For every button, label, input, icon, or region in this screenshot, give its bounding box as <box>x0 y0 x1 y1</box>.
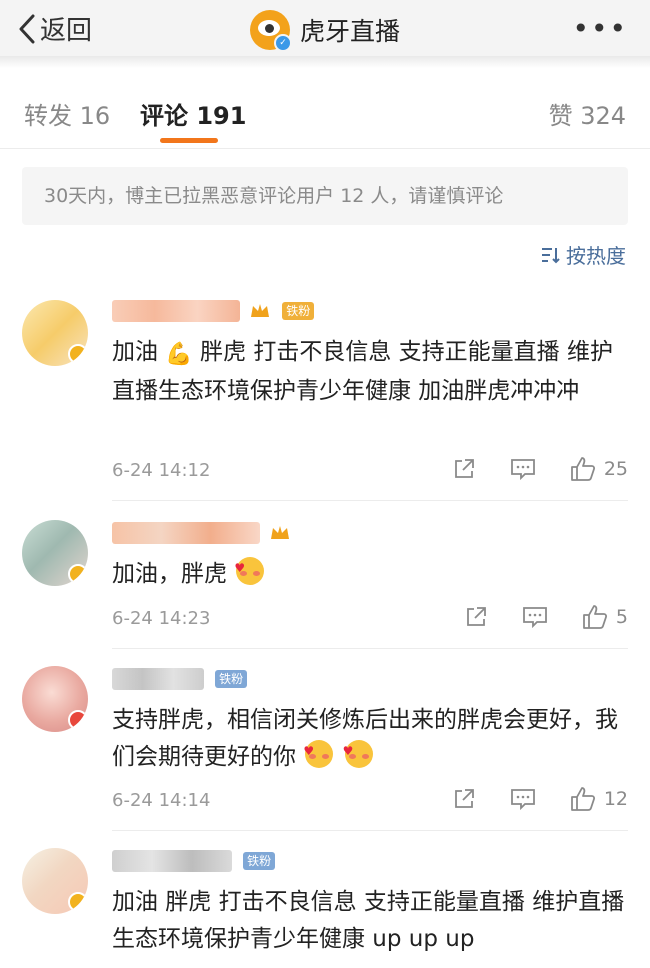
share-icon <box>454 459 474 478</box>
comment-text: 加油，胖虎 ♥ <box>112 556 632 593</box>
blush-emoji-icon: ♥ <box>234 557 265 585</box>
tab-likes[interactable]: 赞 324 <box>549 96 626 131</box>
crown-icon <box>269 523 291 543</box>
divider <box>112 648 628 649</box>
thumbs-up-icon <box>583 605 607 629</box>
reply-button[interactable] <box>522 605 548 629</box>
comment-icon <box>523 607 547 629</box>
vip-badge-icon <box>68 344 88 364</box>
account-name: 虎牙直播 <box>299 17 400 46</box>
fan-tag: 铁粉 <box>282 302 315 320</box>
username-blurred <box>112 850 232 872</box>
sort-icon <box>542 247 560 263</box>
blush-emoji-icon: ♥ <box>343 740 373 768</box>
thumbs-up-icon <box>570 787 595 811</box>
tab-repost[interactable]: 转发 16 <box>24 96 110 131</box>
top-bar: 返回 ✓ 虎牙直播 ••• <box>0 0 650 56</box>
comment-time: 6-24 14:14 <box>112 790 211 811</box>
tab-bar: 转发 16 评论 191 赞 324 <box>0 90 650 143</box>
share-button[interactable] <box>452 787 476 811</box>
comment-actions: 25 <box>418 456 628 482</box>
divider <box>0 148 650 149</box>
fan-tag: 铁粉 <box>215 670 248 688</box>
vip-badge-icon <box>68 892 88 912</box>
share-button[interactable] <box>464 605 488 629</box>
reply-button[interactable] <box>510 457 536 481</box>
comment-text: 支持胖虎，相信闭关修炼后出来的胖虎会更好，我们会期待更好的你 ♥ ♥ <box>112 707 618 770</box>
comment-icon <box>510 459 535 481</box>
comment-actions: 5 <box>430 604 628 630</box>
username-blurred <box>112 522 260 544</box>
active-tab-indicator <box>160 138 218 143</box>
avatar[interactable] <box>22 520 88 586</box>
header-shadow <box>0 56 650 68</box>
comment-actions: 12 <box>418 786 628 812</box>
muscle-emoji-icon: 💪 <box>165 342 193 367</box>
reply-button[interactable] <box>510 787 536 811</box>
username-blurred <box>112 300 240 322</box>
sort-label: 按热度 <box>566 244 626 268</box>
avatar[interactable] <box>22 666 88 732</box>
like-count: 25 <box>603 458 628 480</box>
like-count: 5 <box>615 606 628 628</box>
like-count: 12 <box>603 788 628 810</box>
verified-icon: ✓ <box>273 34 292 52</box>
username[interactable]: 铁粉 <box>112 850 276 874</box>
username[interactable] <box>112 522 291 546</box>
comment-icon <box>510 789 535 811</box>
share-button[interactable] <box>452 457 476 481</box>
avatar[interactable] <box>22 848 88 914</box>
comment-time: 6-24 14:12 <box>112 460 211 481</box>
share-icon <box>467 607 486 626</box>
share-icon <box>454 789 474 808</box>
like-button[interactable]: 12 <box>570 786 628 812</box>
vip-badge-icon <box>68 710 88 730</box>
tab-comments[interactable]: 评论 191 <box>140 96 246 131</box>
divider <box>112 500 628 501</box>
more-options-icon[interactable]: ••• <box>572 12 628 45</box>
blush-emoji-icon: ♥ <box>303 740 334 768</box>
username[interactable]: 铁粉 <box>112 300 315 324</box>
username-blurred <box>112 668 204 690</box>
vip-badge-icon <box>68 564 88 584</box>
blocked-users-notice: 30天内，博主已拉黑恶意评论用户 12 人，请谨慎评论 <box>22 167 628 225</box>
username[interactable]: 铁粉 <box>112 668 248 692</box>
thumbs-up-icon <box>570 457 595 481</box>
sort-button[interactable]: 按热度 <box>540 240 626 269</box>
avatar[interactable] <box>22 300 88 366</box>
crown-icon <box>249 301 271 321</box>
huya-logo-icon: ✓ <box>249 10 292 52</box>
like-button[interactable]: 25 <box>570 456 628 482</box>
fan-tag: 铁粉 <box>243 852 276 870</box>
like-button[interactable]: 5 <box>582 604 628 630</box>
comment-text: 加油 💪 胖虎 打击不良信息 支持正能量直播 维护直播生态环境保护青少年健康 加… <box>112 334 632 410</box>
comment-text: 加油 胖虎 打击不良信息 支持正能量直播 维护直播生态环境保护青少年健康 up … <box>112 889 625 952</box>
comment-time: 6-24 14:23 <box>112 608 211 629</box>
divider <box>112 830 628 831</box>
account-title[interactable]: ✓ 虎牙直播 <box>0 10 650 52</box>
